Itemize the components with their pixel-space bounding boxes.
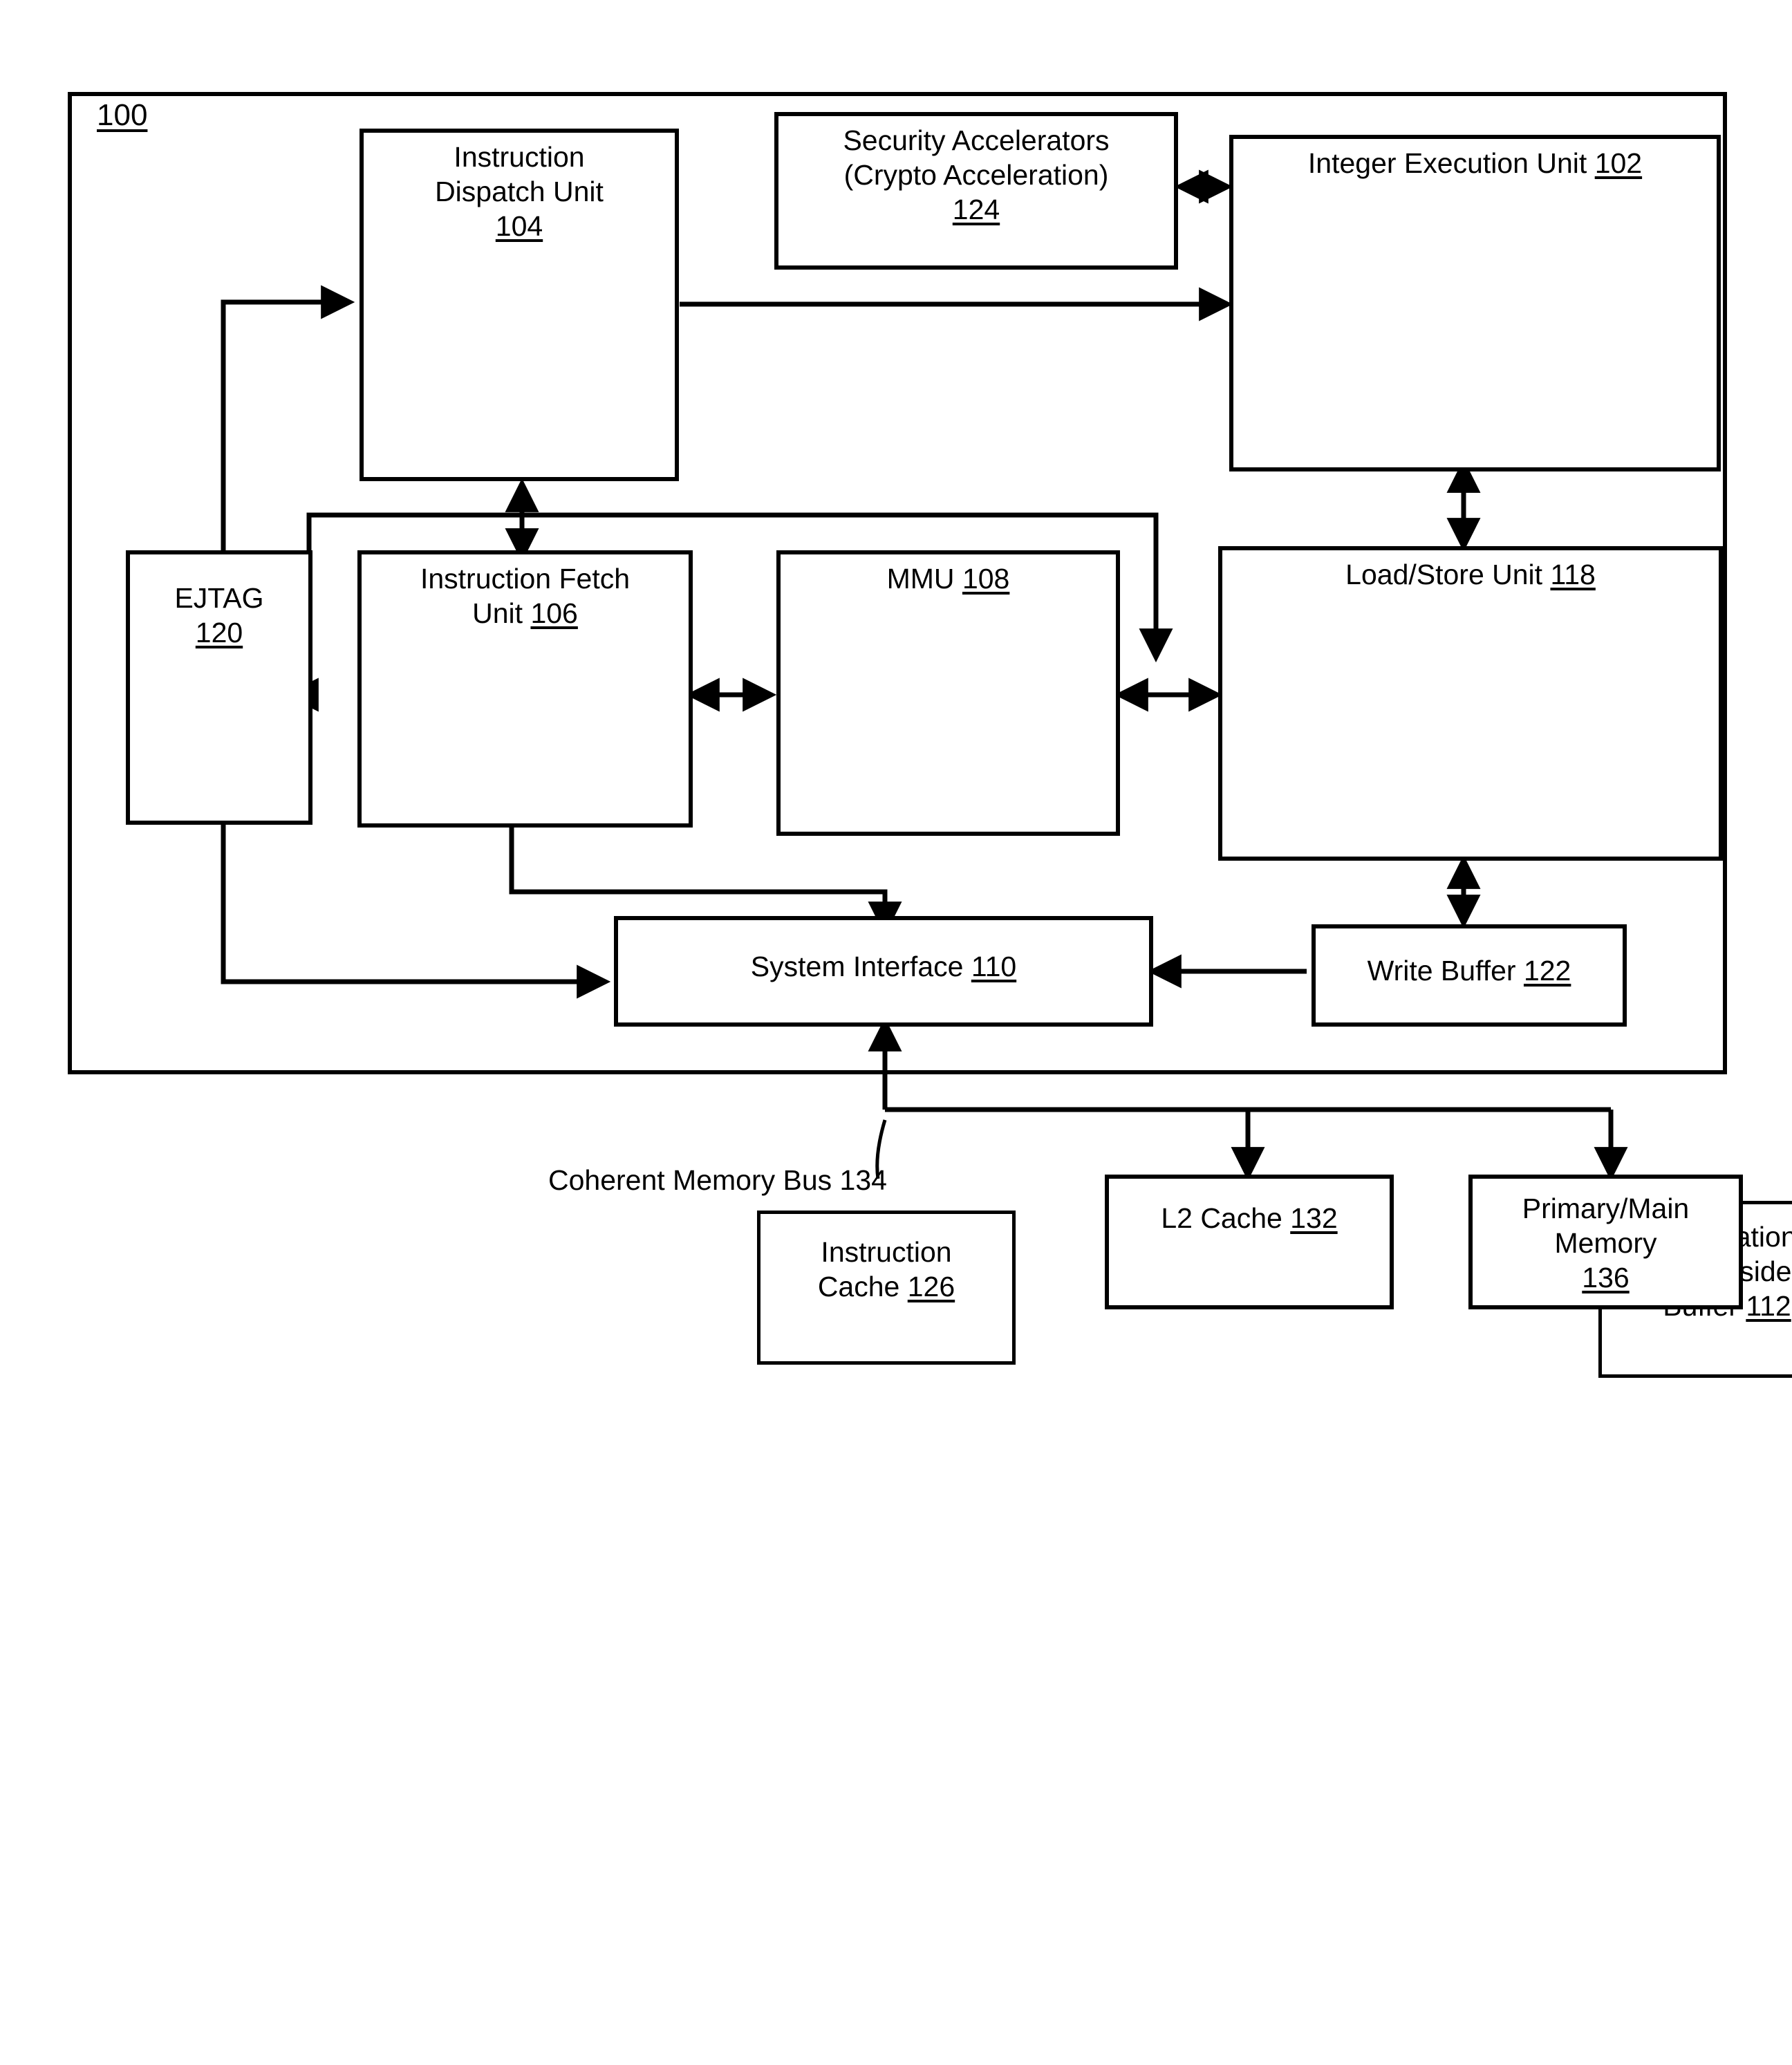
mmu-block[interactable]: MMU 108 Translation Lookaside Buffer 112 xyxy=(776,550,1792,1378)
mem-numeral: 136 xyxy=(1582,1262,1630,1294)
figure-canvas: 100 Instruction Dispatch Unit 104 Securi… xyxy=(0,0,1792,1378)
sec-line1: Security Accelerators xyxy=(843,124,1110,156)
instruction-cache-block[interactable]: Instruction Cache 126 xyxy=(757,1211,1016,1365)
l2-cache-label: L2 Cache 132 xyxy=(1109,1179,1390,1235)
ejtag-block[interactable]: EJTAG 120 xyxy=(126,550,312,825)
instruction-dispatch-unit-label: Instruction Dispatch Unit 104 xyxy=(364,133,675,243)
mem-line2: Memory xyxy=(1554,1227,1657,1260)
icache-numeral: 126 xyxy=(907,1271,955,1303)
load-store-unit-block[interactable]: Load/Store Unit 118 Configuration Regist… xyxy=(1218,546,1723,861)
mmu-numeral: 108 xyxy=(962,563,1010,595)
instruction-fetch-unit-block[interactable]: Instruction Fetch Unit 106 Instruction C… xyxy=(357,550,1016,1365)
tlb-numeral: 112 xyxy=(1746,1290,1791,1323)
sysif-title: System Interface xyxy=(750,951,971,982)
mem-line1: Primary/Main xyxy=(1522,1193,1690,1224)
wbuf-title: Write Buffer xyxy=(1367,955,1524,987)
figure-reference-numeral: 100 xyxy=(97,98,148,132)
ieu-numeral: 102 xyxy=(1594,147,1643,179)
idu-line2: Dispatch Unit xyxy=(435,176,604,208)
ejtag-numeral: 120 xyxy=(195,617,243,649)
system-interface-block[interactable]: System Interface 110 xyxy=(614,916,1153,1027)
l2-cache-block[interactable]: L2 Cache 132 xyxy=(1105,1175,1394,1309)
mmu-title: MMU xyxy=(886,563,962,595)
ifu-line2: Unit xyxy=(472,597,531,630)
ieu-title: Integer Execution Unit xyxy=(1307,147,1595,179)
integer-execution-unit-block[interactable]: Integer Execution Unit 102 Multiply/Div … xyxy=(1229,135,1721,471)
instruction-fetch-unit-label: Instruction Fetch Unit 106 xyxy=(362,554,689,630)
idu-numeral: 104 xyxy=(495,210,543,243)
l2-title: L2 Cache xyxy=(1161,1202,1291,1234)
ifu-numeral: 106 xyxy=(530,597,578,630)
idu-line1: Instruction xyxy=(454,141,585,173)
instruction-dispatch-unit-block[interactable]: Instruction Dispatch Unit 104 xyxy=(360,129,679,481)
load-store-unit-label: Load/Store Unit 118 xyxy=(1222,550,1719,592)
sec-line2: (Crypto Acceleration) xyxy=(843,159,1109,191)
security-accelerators-block[interactable]: Security Accelerators (Crypto Accelerati… xyxy=(774,112,1178,270)
lsu-numeral: 118 xyxy=(1550,559,1596,590)
coherent-memory-bus-label: Coherent Memory Bus 134 xyxy=(548,1164,887,1196)
ejtag-label: EJTAG 120 xyxy=(130,554,308,650)
icache-line2: Cache xyxy=(817,1271,908,1303)
instruction-cache-label: Instruction Cache 126 xyxy=(760,1214,1012,1304)
system-interface-label: System Interface 110 xyxy=(618,920,1149,984)
security-accelerators-label: Security Accelerators (Crypto Accelerati… xyxy=(778,116,1174,227)
icache-line1: Instruction xyxy=(821,1236,952,1268)
primary-main-memory-block[interactable]: Primary/Main Memory 136 xyxy=(1468,1175,1743,1309)
sec-numeral: 124 xyxy=(952,194,1000,226)
write-buffer-block[interactable]: Write Buffer 122 xyxy=(1312,924,1627,1027)
primary-main-memory-label: Primary/Main Memory 136 xyxy=(1473,1179,1739,1295)
l2-numeral: 132 xyxy=(1290,1202,1338,1234)
wbuf-numeral: 122 xyxy=(1523,955,1571,987)
mmu-label: MMU 108 xyxy=(781,554,1116,596)
ejtag-line1: EJTAG xyxy=(174,582,264,614)
ifu-line1: Instruction Fetch xyxy=(420,563,631,595)
sysif-numeral: 110 xyxy=(971,951,1017,982)
lsu-title: Load/Store Unit xyxy=(1345,559,1551,590)
write-buffer-label: Write Buffer 122 xyxy=(1316,928,1623,988)
integer-execution-unit-label: Integer Execution Unit 102 xyxy=(1233,139,1717,180)
